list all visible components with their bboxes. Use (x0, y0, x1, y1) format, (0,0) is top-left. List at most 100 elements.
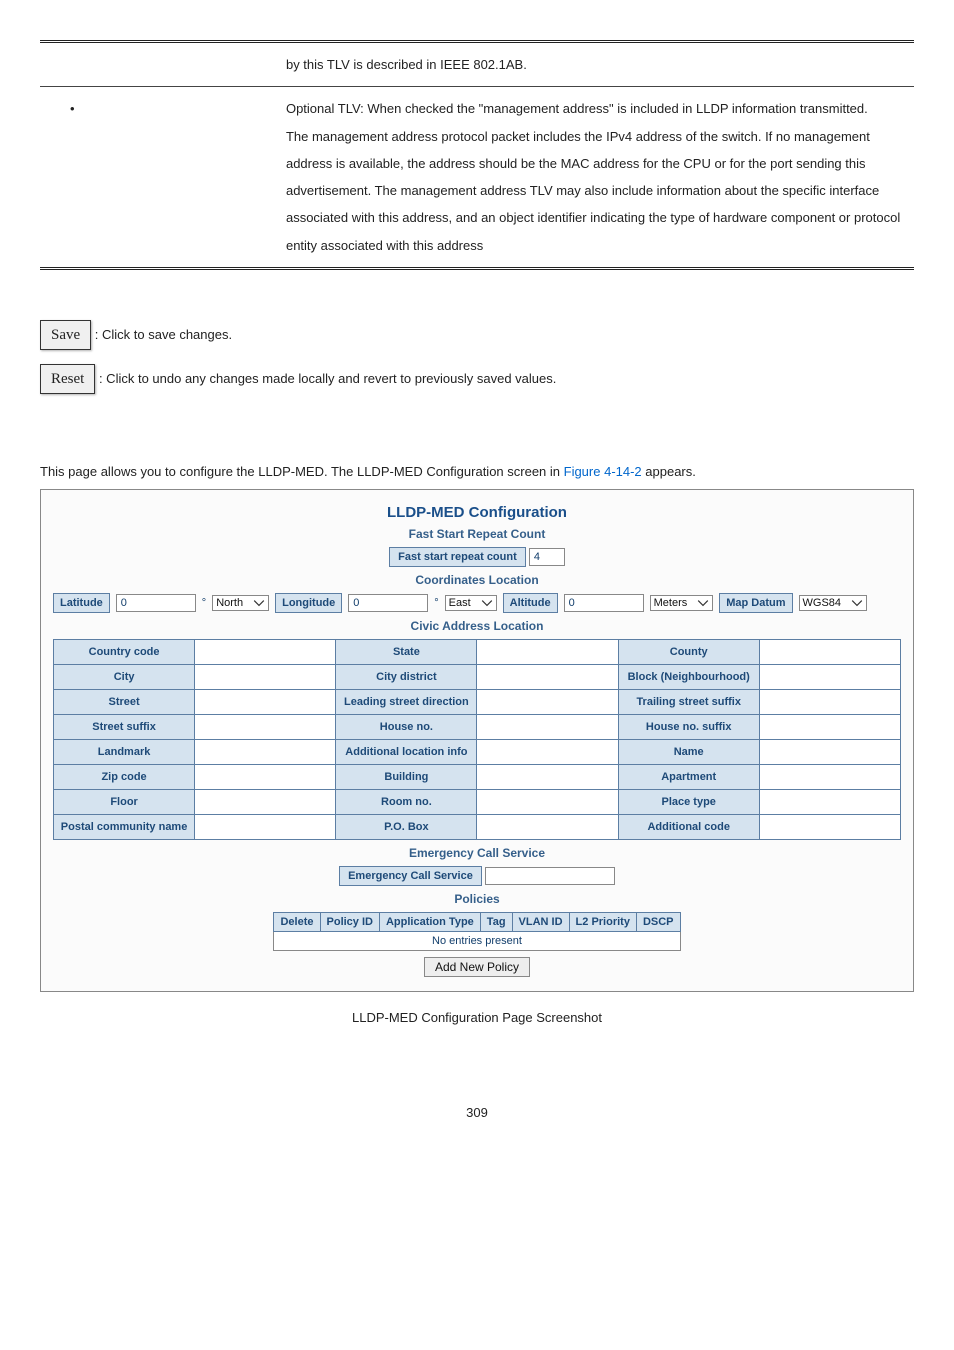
civic-table: Country code State County City City distric… (53, 639, 901, 840)
civic-label: State (336, 640, 477, 665)
civic-label: Trailing street suffix (618, 690, 759, 715)
emergency-label: Emergency Call Service (339, 866, 482, 886)
policies-heading: Policies (53, 892, 901, 906)
save-button[interactable]: Save (40, 320, 91, 350)
civic-input[interactable] (195, 815, 336, 840)
desc-right-1: by this TLV is described in IEEE 802.1AB… (276, 42, 914, 87)
civic-label: Landmark (54, 740, 195, 765)
faststart-input[interactable]: 4 (529, 548, 565, 566)
description-table: by this TLV is described in IEEE 802.1AB… (40, 40, 914, 270)
civic-input[interactable] (759, 715, 900, 740)
civic-label: Building (336, 765, 477, 790)
civic-input[interactable] (195, 740, 336, 765)
civic-input[interactable] (759, 790, 900, 815)
civic-label: Street suffix (54, 715, 195, 740)
emergency-heading: Emergency Call Service (53, 846, 901, 860)
civic-input[interactable] (477, 815, 618, 840)
coordinates-heading: Coordinates Location (53, 573, 901, 587)
civic-input[interactable] (477, 665, 618, 690)
civic-label: County (618, 640, 759, 665)
faststart-label: Fast start repeat count (389, 547, 526, 567)
chevron-down-icon (253, 597, 265, 609)
latitude-label: Latitude (53, 593, 110, 613)
chevron-down-icon (851, 597, 863, 609)
longitude-direction-select[interactable]: East (445, 595, 497, 611)
civic-input[interactable] (195, 715, 336, 740)
policies-col: L2 Priority (569, 913, 636, 932)
civic-label: Leading street direction (336, 690, 477, 715)
emergency-input[interactable] (485, 867, 615, 885)
altitude-input[interactable]: 0 (564, 594, 644, 612)
civic-label: P.O. Box (336, 815, 477, 840)
civic-input[interactable] (477, 640, 618, 665)
desc-right-2: Optional TLV: When checked the "manageme… (276, 87, 914, 269)
reset-button[interactable]: Reset (40, 364, 95, 394)
degree-symbol: ° (202, 597, 206, 609)
civic-label: Zip code (54, 765, 195, 790)
policies-col: Application Type (379, 913, 480, 932)
add-new-policy-button[interactable]: Add New Policy (424, 957, 530, 977)
policies-col: Policy ID (320, 913, 379, 932)
civic-input[interactable] (759, 640, 900, 665)
policies-col: Tag (480, 913, 512, 932)
figure-caption: LLDP-MED Configuration Page Screenshot (40, 1010, 914, 1025)
degree-symbol: ° (434, 597, 438, 609)
civic-label: Postal community name (54, 815, 195, 840)
mapdatum-label: Map Datum (719, 593, 792, 613)
intro-text: This page allows you to configure the LL… (40, 464, 914, 479)
civic-label: Block (Neighbourhood) (618, 665, 759, 690)
civic-input[interactable] (477, 690, 618, 715)
civic-heading: Civic Address Location (53, 619, 901, 633)
civic-label: Place type (618, 790, 759, 815)
civic-label: Country code (54, 640, 195, 665)
policies-col: Delete (274, 913, 320, 932)
civic-label: House no. (336, 715, 477, 740)
policies-table: Delete Policy ID Application Type Tag VL… (273, 912, 680, 951)
longitude-input[interactable]: 0 (348, 594, 428, 612)
desc-left-1 (40, 42, 276, 87)
save-text: : Click to save changes. (95, 327, 232, 342)
faststart-heading: Fast Start Repeat Count (53, 527, 901, 541)
policies-empty: No entries present (274, 932, 680, 951)
civic-label: Room no. (336, 790, 477, 815)
civic-input[interactable] (759, 665, 900, 690)
page-number: 309 (40, 1105, 914, 1120)
latitude-input[interactable]: 0 (116, 594, 196, 612)
altitude-label: Altitude (503, 593, 558, 613)
civic-label: City district (336, 665, 477, 690)
civic-label: Additional location info (336, 740, 477, 765)
civic-input[interactable] (195, 765, 336, 790)
civic-label: City (54, 665, 195, 690)
civic-input[interactable] (195, 640, 336, 665)
policies-col: DSCP (636, 913, 680, 932)
civic-input[interactable] (759, 740, 900, 765)
desc-left-2 (40, 87, 276, 269)
civic-input[interactable] (195, 790, 336, 815)
civic-input[interactable] (477, 765, 618, 790)
civic-input[interactable] (195, 665, 336, 690)
reset-text: : Click to undo any changes made locally… (99, 371, 556, 386)
civic-input[interactable] (477, 790, 618, 815)
civic-label: Floor (54, 790, 195, 815)
civic-label: Additional code (618, 815, 759, 840)
chevron-down-icon (697, 597, 709, 609)
civic-label: House no. suffix (618, 715, 759, 740)
latitude-direction-select[interactable]: North (212, 595, 269, 611)
figure-link[interactable]: Figure 4-14-2 (564, 464, 642, 479)
altitude-unit-select[interactable]: Meters (650, 595, 714, 611)
longitude-label: Longitude (275, 593, 342, 613)
chevron-down-icon (481, 597, 493, 609)
civic-label: Apartment (618, 765, 759, 790)
config-panel-screenshot: LLDP-MED Configuration Fast Start Repeat… (40, 489, 914, 992)
civic-input[interactable] (195, 690, 336, 715)
civic-input[interactable] (759, 815, 900, 840)
mapdatum-select[interactable]: WGS84 (799, 595, 868, 611)
civic-input[interactable] (759, 690, 900, 715)
civic-label: Street (54, 690, 195, 715)
civic-input[interactable] (477, 715, 618, 740)
civic-input[interactable] (759, 765, 900, 790)
civic-input[interactable] (477, 740, 618, 765)
panel-title: LLDP-MED Configuration (53, 504, 901, 521)
civic-label: Name (618, 740, 759, 765)
policies-col: VLAN ID (512, 913, 569, 932)
